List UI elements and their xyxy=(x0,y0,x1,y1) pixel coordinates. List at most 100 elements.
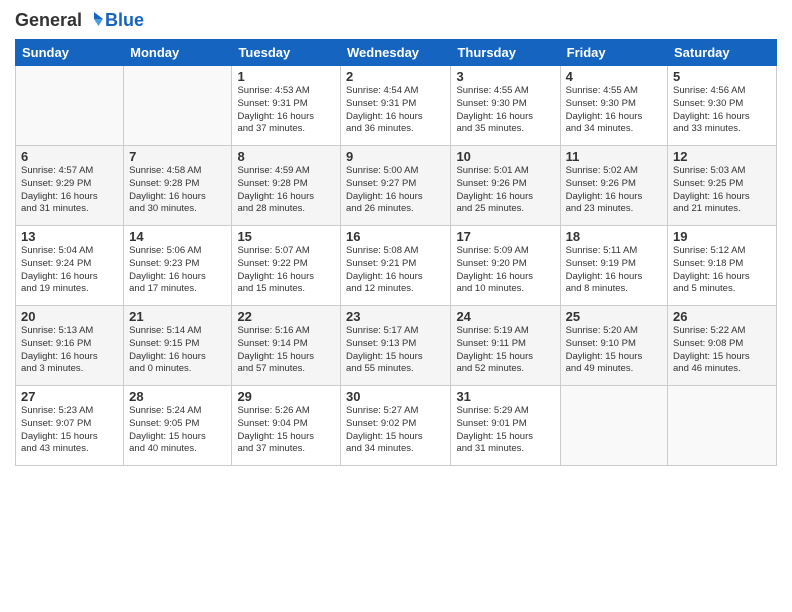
day-info: Sunrise: 4:58 AMSunset: 9:28 PMDaylight:… xyxy=(129,165,226,216)
table-row: 12Sunrise: 5:03 AMSunset: 9:25 PMDayligh… xyxy=(668,146,777,226)
day-number: 6 xyxy=(21,149,118,164)
calendar-table: Sunday Monday Tuesday Wednesday Thursday… xyxy=(15,39,777,466)
logo-general: General xyxy=(15,10,82,31)
day-number: 30 xyxy=(346,389,445,404)
day-info: Sunrise: 5:09 AMSunset: 9:20 PMDaylight:… xyxy=(456,245,554,296)
day-number: 7 xyxy=(129,149,226,164)
logo-blue: Blue xyxy=(105,10,144,31)
col-tuesday: Tuesday xyxy=(232,40,341,66)
table-row: 26Sunrise: 5:22 AMSunset: 9:08 PMDayligh… xyxy=(668,306,777,386)
calendar-week-row: 13Sunrise: 5:04 AMSunset: 9:24 PMDayligh… xyxy=(16,226,777,306)
day-info: Sunrise: 4:53 AMSunset: 9:31 PMDaylight:… xyxy=(237,85,335,136)
day-info: Sunrise: 5:23 AMSunset: 9:07 PMDaylight:… xyxy=(21,405,118,456)
col-thursday: Thursday xyxy=(451,40,560,66)
table-row: 22Sunrise: 5:16 AMSunset: 9:14 PMDayligh… xyxy=(232,306,341,386)
day-info: Sunrise: 4:59 AMSunset: 9:28 PMDaylight:… xyxy=(237,165,335,216)
table-row: 29Sunrise: 5:26 AMSunset: 9:04 PMDayligh… xyxy=(232,386,341,466)
day-number: 16 xyxy=(346,229,445,244)
day-info: Sunrise: 5:20 AMSunset: 9:10 PMDaylight:… xyxy=(566,325,662,376)
table-row: 28Sunrise: 5:24 AMSunset: 9:05 PMDayligh… xyxy=(124,386,232,466)
day-number: 15 xyxy=(237,229,335,244)
table-row xyxy=(16,66,124,146)
day-info: Sunrise: 5:01 AMSunset: 9:26 PMDaylight:… xyxy=(456,165,554,216)
day-number: 3 xyxy=(456,69,554,84)
day-info: Sunrise: 5:24 AMSunset: 9:05 PMDaylight:… xyxy=(129,405,226,456)
day-info: Sunrise: 4:55 AMSunset: 9:30 PMDaylight:… xyxy=(456,85,554,136)
col-saturday: Saturday xyxy=(668,40,777,66)
day-number: 19 xyxy=(673,229,771,244)
table-row: 7Sunrise: 4:58 AMSunset: 9:28 PMDaylight… xyxy=(124,146,232,226)
day-number: 4 xyxy=(566,69,662,84)
day-number: 14 xyxy=(129,229,226,244)
table-row: 23Sunrise: 5:17 AMSunset: 9:13 PMDayligh… xyxy=(341,306,451,386)
day-number: 11 xyxy=(566,149,662,164)
table-row xyxy=(560,386,667,466)
header: General Blue xyxy=(15,10,777,31)
table-row: 31Sunrise: 5:29 AMSunset: 9:01 PMDayligh… xyxy=(451,386,560,466)
day-info: Sunrise: 4:56 AMSunset: 9:30 PMDaylight:… xyxy=(673,85,771,136)
table-row: 25Sunrise: 5:20 AMSunset: 9:10 PMDayligh… xyxy=(560,306,667,386)
day-number: 2 xyxy=(346,69,445,84)
day-info: Sunrise: 5:22 AMSunset: 9:08 PMDaylight:… xyxy=(673,325,771,376)
day-info: Sunrise: 5:08 AMSunset: 9:21 PMDaylight:… xyxy=(346,245,445,296)
day-number: 17 xyxy=(456,229,554,244)
day-number: 5 xyxy=(673,69,771,84)
day-info: Sunrise: 5:02 AMSunset: 9:26 PMDaylight:… xyxy=(566,165,662,216)
table-row: 18Sunrise: 5:11 AMSunset: 9:19 PMDayligh… xyxy=(560,226,667,306)
calendar-week-row: 6Sunrise: 4:57 AMSunset: 9:29 PMDaylight… xyxy=(16,146,777,226)
col-wednesday: Wednesday xyxy=(341,40,451,66)
day-number: 27 xyxy=(21,389,118,404)
table-row xyxy=(124,66,232,146)
table-row: 3Sunrise: 4:55 AMSunset: 9:30 PMDaylight… xyxy=(451,66,560,146)
table-row: 27Sunrise: 5:23 AMSunset: 9:07 PMDayligh… xyxy=(16,386,124,466)
calendar-week-row: 27Sunrise: 5:23 AMSunset: 9:07 PMDayligh… xyxy=(16,386,777,466)
day-info: Sunrise: 5:14 AMSunset: 9:15 PMDaylight:… xyxy=(129,325,226,376)
day-number: 31 xyxy=(456,389,554,404)
day-info: Sunrise: 5:00 AMSunset: 9:27 PMDaylight:… xyxy=(346,165,445,216)
table-row: 10Sunrise: 5:01 AMSunset: 9:26 PMDayligh… xyxy=(451,146,560,226)
calendar-week-row: 20Sunrise: 5:13 AMSunset: 9:16 PMDayligh… xyxy=(16,306,777,386)
col-monday: Monday xyxy=(124,40,232,66)
table-row: 2Sunrise: 4:54 AMSunset: 9:31 PMDaylight… xyxy=(341,66,451,146)
table-row: 16Sunrise: 5:08 AMSunset: 9:21 PMDayligh… xyxy=(341,226,451,306)
table-row: 1Sunrise: 4:53 AMSunset: 9:31 PMDaylight… xyxy=(232,66,341,146)
day-number: 1 xyxy=(237,69,335,84)
logo-flag-icon xyxy=(83,11,105,31)
day-info: Sunrise: 5:29 AMSunset: 9:01 PMDaylight:… xyxy=(456,405,554,456)
day-number: 28 xyxy=(129,389,226,404)
day-number: 23 xyxy=(346,309,445,324)
table-row: 21Sunrise: 5:14 AMSunset: 9:15 PMDayligh… xyxy=(124,306,232,386)
day-number: 25 xyxy=(566,309,662,324)
day-number: 24 xyxy=(456,309,554,324)
day-info: Sunrise: 5:19 AMSunset: 9:11 PMDaylight:… xyxy=(456,325,554,376)
day-info: Sunrise: 5:07 AMSunset: 9:22 PMDaylight:… xyxy=(237,245,335,296)
day-number: 12 xyxy=(673,149,771,164)
calendar-week-row: 1Sunrise: 4:53 AMSunset: 9:31 PMDaylight… xyxy=(16,66,777,146)
day-number: 26 xyxy=(673,309,771,324)
page: General Blue Sunday Monday Tuesday Wedne… xyxy=(0,0,792,612)
col-sunday: Sunday xyxy=(16,40,124,66)
day-info: Sunrise: 5:06 AMSunset: 9:23 PMDaylight:… xyxy=(129,245,226,296)
calendar-header: Sunday Monday Tuesday Wednesday Thursday… xyxy=(16,40,777,66)
day-number: 9 xyxy=(346,149,445,164)
day-info: Sunrise: 5:16 AMSunset: 9:14 PMDaylight:… xyxy=(237,325,335,376)
day-info: Sunrise: 4:55 AMSunset: 9:30 PMDaylight:… xyxy=(566,85,662,136)
day-number: 8 xyxy=(237,149,335,164)
day-info: Sunrise: 4:57 AMSunset: 9:29 PMDaylight:… xyxy=(21,165,118,216)
day-number: 18 xyxy=(566,229,662,244)
day-number: 21 xyxy=(129,309,226,324)
table-row: 24Sunrise: 5:19 AMSunset: 9:11 PMDayligh… xyxy=(451,306,560,386)
day-info: Sunrise: 5:26 AMSunset: 9:04 PMDaylight:… xyxy=(237,405,335,456)
table-row: 17Sunrise: 5:09 AMSunset: 9:20 PMDayligh… xyxy=(451,226,560,306)
day-info: Sunrise: 5:11 AMSunset: 9:19 PMDaylight:… xyxy=(566,245,662,296)
table-row xyxy=(668,386,777,466)
calendar-body: 1Sunrise: 4:53 AMSunset: 9:31 PMDaylight… xyxy=(16,66,777,466)
table-row: 4Sunrise: 4:55 AMSunset: 9:30 PMDaylight… xyxy=(560,66,667,146)
table-row: 9Sunrise: 5:00 AMSunset: 9:27 PMDaylight… xyxy=(341,146,451,226)
table-row: 5Sunrise: 4:56 AMSunset: 9:30 PMDaylight… xyxy=(668,66,777,146)
day-number: 20 xyxy=(21,309,118,324)
day-info: Sunrise: 5:04 AMSunset: 9:24 PMDaylight:… xyxy=(21,245,118,296)
day-number: 13 xyxy=(21,229,118,244)
logo: General Blue xyxy=(15,10,144,31)
table-row: 8Sunrise: 4:59 AMSunset: 9:28 PMDaylight… xyxy=(232,146,341,226)
